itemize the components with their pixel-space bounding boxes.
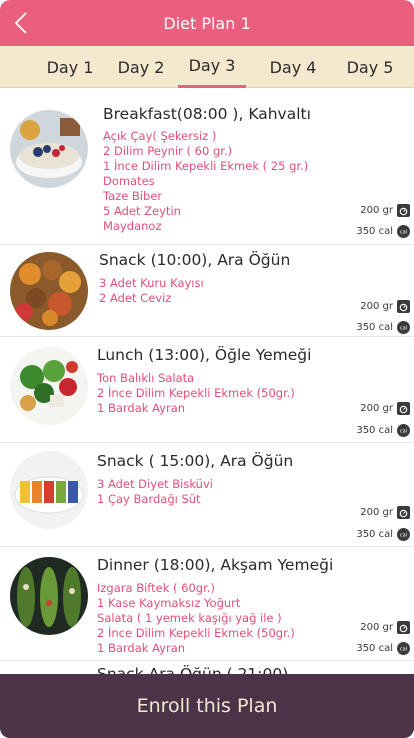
meal-title: Snack ( 15:00), Ara Öğün bbox=[97, 452, 294, 470]
svg-text:cal: cal bbox=[400, 647, 407, 653]
weight-stat: 200 gr bbox=[360, 300, 410, 313]
meal-items: Açık Çay( Şekersiz ) 2 Dilim Peynir ( 60… bbox=[103, 129, 308, 234]
meal-title: Lunch (13:00), Öğle Yemeği bbox=[97, 346, 312, 364]
cal-badge-icon: cal bbox=[397, 321, 410, 334]
meal-item: Açık Çay( Şekersiz ) bbox=[103, 129, 217, 143]
meal-card-snack-morning[interactable]: Snack (10:00), Ara Öğün 3 Adet Kuru Kayı… bbox=[0, 245, 414, 337]
lunch-photo bbox=[10, 347, 88, 425]
meal-item: 2 İnce Dilim Kepekli Ekmek (50gr.) bbox=[97, 386, 295, 400]
svg-text:cal: cal bbox=[400, 230, 407, 236]
meal-item: 1 Bardak Ayran bbox=[97, 641, 186, 655]
meal-card-breakfast[interactable]: Breakfast(08:00 ), Kahvaltı Açık Çay( Şe… bbox=[0, 88, 414, 245]
meal-items: 3 Adet Kuru Kayısı 2 Adet Ceviz bbox=[99, 276, 204, 306]
scale-icon bbox=[397, 506, 410, 519]
meal-item: Maydanoz bbox=[103, 219, 162, 233]
calorie-stat: 350 cal cal bbox=[356, 528, 410, 541]
weight-stat: 200 gr bbox=[360, 204, 410, 217]
meal-item: 5 Adet Zeytin bbox=[103, 204, 181, 218]
calorie-stat: 350 cal cal bbox=[356, 225, 410, 238]
weight-stat: 200 gr bbox=[360, 402, 410, 415]
tab-day-3[interactable]: Day 3 bbox=[178, 46, 246, 88]
snack-photo bbox=[10, 451, 88, 529]
meal-item: Izgara Biftek ( 60gr.) bbox=[97, 581, 215, 595]
header-bar: Diet Plan 1 bbox=[0, 0, 414, 46]
calorie-value: 350 cal bbox=[356, 226, 393, 237]
tab-day-1[interactable]: Day 1 bbox=[36, 46, 104, 88]
cal-badge-icon: cal bbox=[397, 642, 410, 655]
page-title: Diet Plan 1 bbox=[163, 13, 251, 33]
enroll-button[interactable]: Enroll this Plan bbox=[0, 674, 414, 738]
meal-item: 2 İnce Dilim Kepekli Ekmek (50gr.) bbox=[97, 626, 295, 640]
meal-item: Domates bbox=[103, 174, 155, 188]
scale-icon bbox=[397, 300, 410, 313]
meal-card-snack-evening[interactable]: Snack Ara Öğün ( 21:00) bbox=[0, 661, 414, 674]
weight-stat: 200 gr bbox=[360, 621, 410, 634]
meal-items: Ton Balıklı Salata 2 İnce Dilim Kepekli … bbox=[97, 371, 295, 416]
day-tabs: Day 1 Day 2 Day 3 Day 4 Day 5 bbox=[0, 46, 414, 88]
tab-day-5[interactable]: Day 5 bbox=[336, 46, 404, 88]
meal-items: 3 Adet Diyet Bisküvi 1 Çay Bardağı Süt bbox=[97, 477, 213, 507]
scale-icon bbox=[397, 621, 410, 634]
meal-items: Izgara Biftek ( 60gr.) 1 Kase Kaymaksız … bbox=[97, 581, 295, 656]
meal-item: 2 Adet Ceviz bbox=[99, 291, 172, 305]
cal-badge-icon: cal bbox=[397, 225, 410, 238]
calorie-stat: 350 cal cal bbox=[356, 321, 410, 334]
app-screen: Diet Plan 1 Day 1 Day 2 Day 3 Day 4 Day … bbox=[0, 0, 414, 738]
cal-badge-icon: cal bbox=[397, 424, 410, 437]
weight-stat: 200 gr bbox=[360, 506, 410, 519]
meal-title: Dinner (18:00), Akşam Yemeği bbox=[97, 556, 334, 574]
calorie-value: 350 cal bbox=[356, 643, 393, 654]
meal-title: Breakfast(08:00 ), Kahvaltı bbox=[103, 105, 311, 123]
meal-list[interactable]: Breakfast(08:00 ), Kahvaltı Açık Çay( Şe… bbox=[0, 88, 414, 674]
scale-icon bbox=[397, 204, 410, 217]
weight-value: 200 gr bbox=[360, 507, 393, 518]
snack-photo bbox=[10, 252, 88, 330]
dinner-photo bbox=[10, 557, 88, 635]
meal-item: Taze Biber bbox=[103, 189, 163, 203]
breakfast-photo bbox=[10, 110, 88, 188]
meal-item: Ton Balıklı Salata bbox=[97, 371, 195, 385]
meal-item: 1 Bardak Ayran bbox=[97, 401, 186, 415]
meal-item: 1 Çay Bardağı Süt bbox=[97, 492, 201, 506]
weight-value: 200 gr bbox=[360, 205, 393, 216]
weight-value: 200 gr bbox=[360, 622, 393, 633]
meal-item: 3 Adet Diyet Bisküvi bbox=[97, 477, 213, 491]
weight-value: 200 gr bbox=[360, 301, 393, 312]
chevron-left-icon bbox=[14, 12, 27, 34]
scale-icon bbox=[397, 402, 410, 415]
meal-item: Salata ( 1 yemek kaşığı yağ ile ) bbox=[97, 611, 282, 625]
meal-card-snack-afternoon[interactable]: Snack ( 15:00), Ara Öğün 3 Adet Diyet Bi… bbox=[0, 443, 414, 547]
svg-text:cal: cal bbox=[400, 326, 407, 332]
meal-title: Snack (10:00), Ara Öğün bbox=[99, 251, 291, 269]
meal-title: Snack Ara Öğün ( 21:00) bbox=[97, 665, 289, 674]
svg-text:cal: cal bbox=[400, 429, 407, 435]
calorie-stat: 350 cal cal bbox=[356, 642, 410, 655]
meal-item: 3 Adet Kuru Kayısı bbox=[99, 276, 204, 290]
meal-item: 1 Kase Kaymaksız Yoğurt bbox=[97, 596, 241, 610]
weight-value: 200 gr bbox=[360, 403, 393, 414]
back-button[interactable] bbox=[10, 8, 32, 38]
meal-item: 2 Dilim Peynir ( 60 gr.) bbox=[103, 144, 233, 158]
meal-card-lunch[interactable]: Lunch (13:00), Öğle Yemeği Ton Balıklı S… bbox=[0, 337, 414, 443]
calorie-value: 350 cal bbox=[356, 322, 393, 333]
cal-badge-icon: cal bbox=[397, 528, 410, 541]
tab-day-2[interactable]: Day 2 bbox=[107, 46, 175, 88]
svg-text:cal: cal bbox=[400, 533, 407, 539]
calorie-stat: 350 cal cal bbox=[356, 424, 410, 437]
calorie-value: 350 cal bbox=[356, 529, 393, 540]
meal-item: 1 İnce Dilim Kepekli Ekmek ( 25 gr.) bbox=[103, 159, 309, 173]
calorie-value: 350 cal bbox=[356, 425, 393, 436]
meal-card-dinner[interactable]: Dinner (18:00), Akşam Yemeği Izgara Bift… bbox=[0, 547, 414, 661]
tab-day-4[interactable]: Day 4 bbox=[259, 46, 327, 88]
